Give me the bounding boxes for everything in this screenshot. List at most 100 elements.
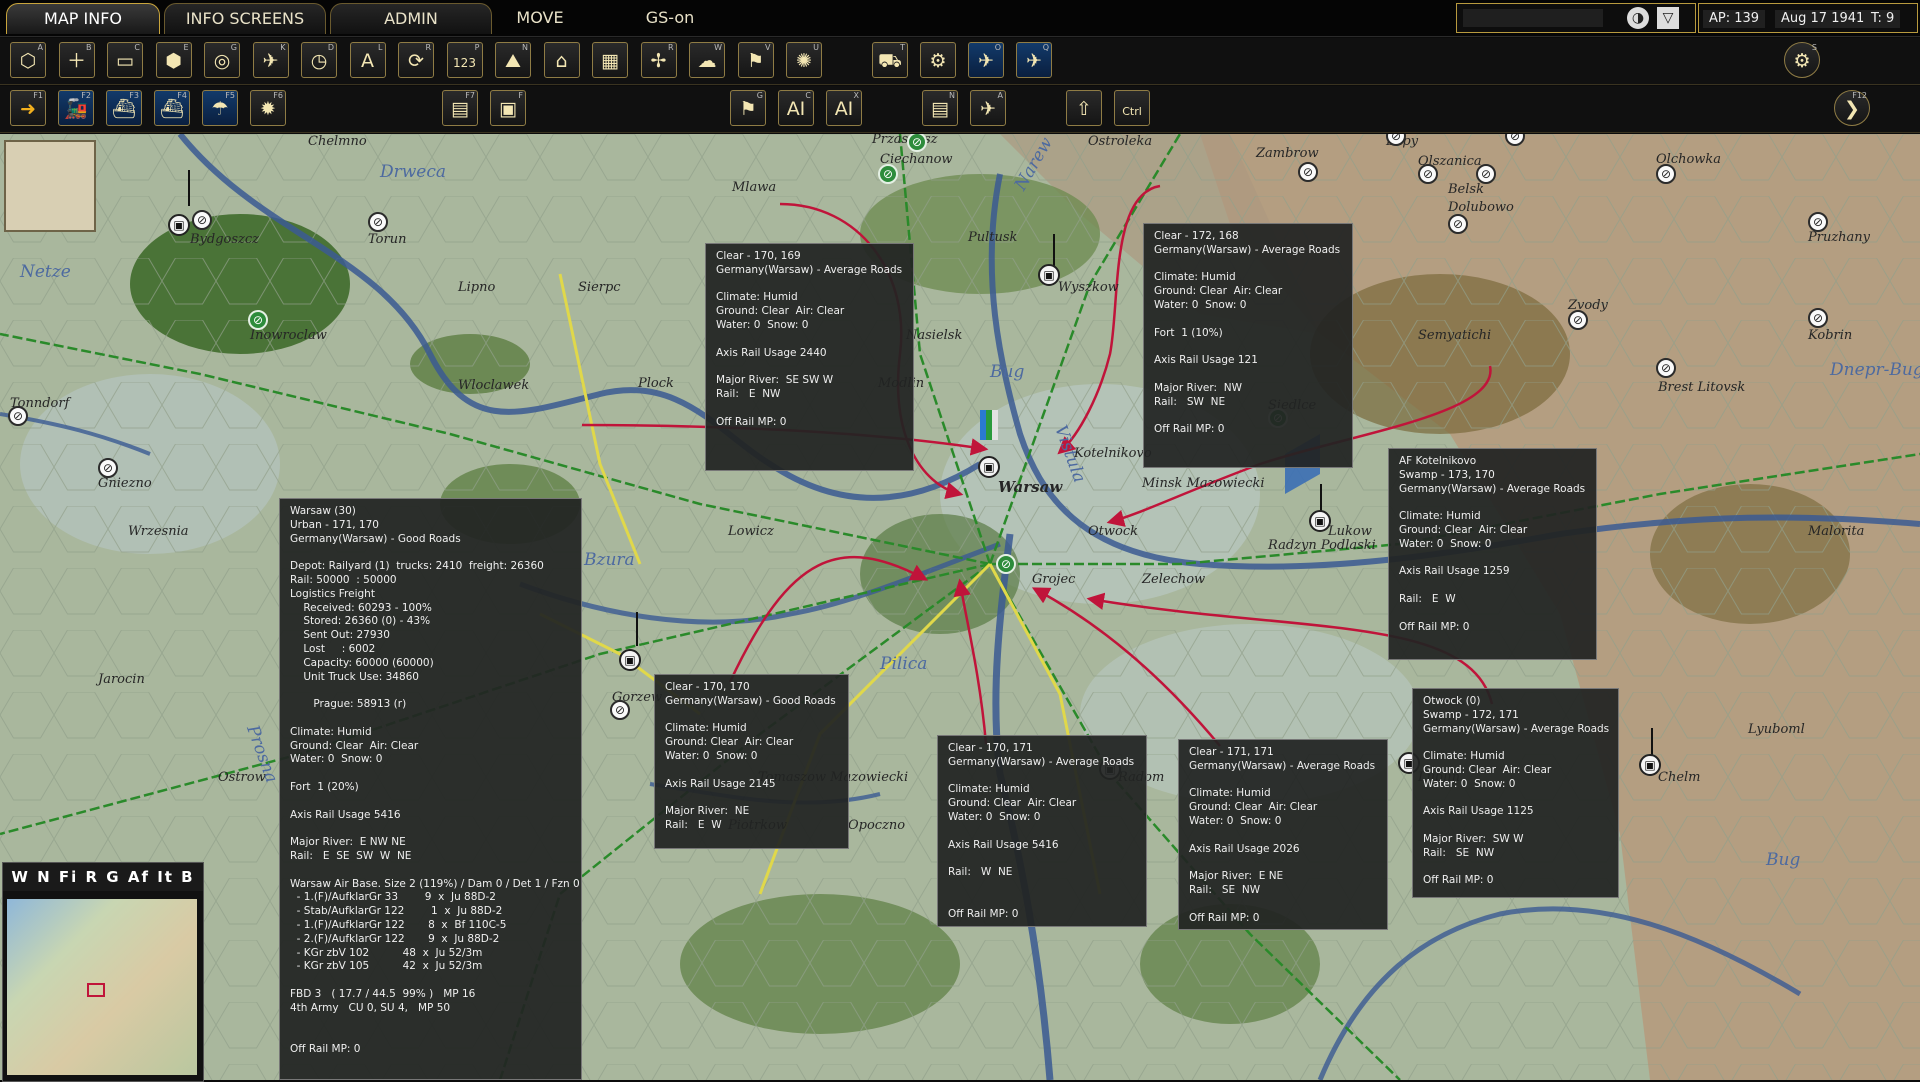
weather-button[interactable]: ☁ W <box>689 42 725 78</box>
airbase-icon[interactable]: ⊘ <box>1418 164 1438 184</box>
game-map[interactable]: Drweca Netze Narew Bug Vistula Bzura Pil… <box>0 134 1920 1080</box>
train-unit-icon[interactable]: ▣ <box>1038 264 1060 286</box>
plane-range-button[interactable]: ✢ R <box>640 42 677 78</box>
hex-overlay-button[interactable]: ⬡ A <box>10 42 46 78</box>
town-label-ostroleka: Ostroleka <box>1088 134 1153 149</box>
air-strike-button[interactable]: ✈ A <box>970 90 1006 126</box>
minimap-filter-labels[interactable]: W N Fi R G Af It B <box>3 863 203 891</box>
filter-icon[interactable]: ▽ <box>1657 7 1679 29</box>
hotkey-label: R <box>667 43 674 52</box>
airbase-icon[interactable]: ⊘ <box>368 212 388 232</box>
formation-button[interactable]: ▤ F7 <box>442 90 478 126</box>
refresh-button[interactable]: ⟳ R <box>398 42 434 78</box>
train-unit-icon[interactable]: ▣ <box>1639 754 1661 776</box>
clock-button[interactable]: ◷ D <box>301 42 337 78</box>
bombardment-icon: ✹ <box>260 98 276 120</box>
airbase-icon[interactable]: ⊘ <box>1656 164 1676 184</box>
airbase-green-icon[interactable]: ⊘ <box>878 164 898 184</box>
minimap-view[interactable] <box>7 899 197 1075</box>
top-bar: MAP INFO INFO SCREENS ADMIN MOVE GS-on ◑… <box>0 0 1920 37</box>
bomber-button[interactable]: ✈ Q <box>1016 42 1052 78</box>
plane-range-icon: ✢ <box>650 50 667 72</box>
airbase-icon[interactable]: ⊘ <box>1448 214 1468 234</box>
town-label-brest-litovsk: Brest Litovsk <box>1658 380 1746 395</box>
airbase-icon[interactable]: ⊘ <box>8 406 28 426</box>
ground-ai-button[interactable]: AI C <box>778 90 814 126</box>
tab-admin[interactable]: ADMIN <box>330 3 492 34</box>
ground-unit-button[interactable]: ⛟ T <box>872 42 908 78</box>
supply-button[interactable]: ⬢ E <box>155 42 192 78</box>
numbers-button[interactable]: 123 P <box>446 42 483 78</box>
train-unit-icon[interactable]: ▣ <box>168 214 190 236</box>
airbase-icon[interactable]: ⊘ <box>1298 162 1318 182</box>
add-unit-button[interactable]: ＋ B <box>58 42 95 78</box>
unit-flagpole <box>636 612 638 646</box>
airbase-icon[interactable]: ⊘ <box>1476 164 1496 184</box>
airbase-green-icon[interactable]: ⊘ <box>996 554 1016 574</box>
radar-button[interactable]: ◎ G <box>204 42 240 78</box>
tab-info-screens[interactable]: INFO SCREENS <box>164 3 326 34</box>
hotkey-label: F3 <box>129 91 139 100</box>
arrow-right-button[interactable]: ➜ F1 <box>10 90 46 126</box>
region-icon: ⛰ <box>505 50 521 72</box>
minimap[interactable]: W N Fi R G Af It B <box>2 862 204 1082</box>
fighter-button[interactable]: ✈ O <box>968 42 1004 78</box>
antenna-icon: A <box>361 50 374 72</box>
bombardment-button[interactable]: ✹ F6 <box>250 90 286 126</box>
ship-icon: ⛴ <box>111 98 137 120</box>
globe-icon[interactable]: ◑ <box>1627 7 1649 29</box>
next-turn-button[interactable]: ❯ F12 <box>1834 90 1870 126</box>
ctrl-button[interactable]: Ctrl <box>1114 90 1150 126</box>
panel-button[interactable]: ▭ C <box>107 42 143 78</box>
airbase-icon[interactable]: ⊘ <box>98 458 118 478</box>
train-unit-icon[interactable]: ▣ <box>619 649 641 671</box>
airbase-icon[interactable]: ⊘ <box>1568 310 1588 330</box>
hotkey-label: R <box>425 43 431 52</box>
town-label-sierpc: Sierpc <box>578 280 621 295</box>
town-label-radzyn-podlaski: Radzyn Podlaski <box>1268 538 1376 553</box>
search-input[interactable] <box>1463 9 1603 27</box>
building-button[interactable]: ▦ <box>592 42 628 78</box>
notes-button[interactable]: ▤ N <box>922 90 958 126</box>
paratrooper-button[interactable]: ☂ F5 <box>202 90 238 126</box>
factory-button[interactable]: ⌂ <box>543 42 580 78</box>
transport-ship-button[interactable]: ⛴ F4 <box>154 90 190 126</box>
hotkey-label: P <box>474 43 480 52</box>
frame-button[interactable]: ▣ F <box>490 90 526 126</box>
gs-toggle-button[interactable]: GS-on <box>630 3 710 33</box>
notes-icon: ▤ <box>931 98 949 120</box>
tab-map-info[interactable]: MAP INFO <box>6 3 160 34</box>
air-ai-button[interactable]: AI X <box>826 90 862 126</box>
upload-button[interactable]: ⇧ <box>1066 90 1102 126</box>
town-label-wyszkow: Wyszkow <box>1058 280 1119 295</box>
town-label-minsk-mazowiecki: Minsk Mazowiecki <box>1142 476 1265 491</box>
train-button[interactable]: 🚂 F2 <box>58 90 94 126</box>
town-label-malorita: Malorita <box>1808 524 1865 539</box>
building-icon: ▦ <box>601 50 619 72</box>
airbase-icon[interactable]: ⊘ <box>1808 212 1828 232</box>
move-button[interactable]: MOVE <box>500 3 580 33</box>
airbase-green-icon[interactable]: ⊘ <box>248 310 268 330</box>
ship-button[interactable]: ⛴ F3 <box>106 90 142 126</box>
airbase-icon[interactable]: ⊘ <box>1808 308 1828 328</box>
settings-circle-button[interactable]: ⚙ S <box>1784 42 1820 78</box>
airfield-button[interactable]: ✈ K <box>252 42 289 78</box>
explosion-button[interactable]: ✺ U <box>786 42 822 78</box>
antenna-button[interactable]: AL <box>349 42 386 78</box>
artillery-button[interactable]: ⚙ <box>920 42 956 78</box>
arrow-right-icon: ➜ <box>20 98 36 120</box>
town-label-wloclawek: Wloclawek <box>458 378 530 393</box>
airbase-icon[interactable]: ⊘ <box>610 700 630 720</box>
train-unit-icon[interactable]: ▣ <box>1309 510 1331 532</box>
warsaw-hq-unit-icon[interactable]: ▣ <box>978 456 1000 478</box>
radar-icon: ◎ <box>213 50 231 72</box>
flag-button[interactable]: ⚑ V <box>737 42 774 78</box>
newspaper-thumbnail[interactable] <box>4 140 96 232</box>
region-label-netze: Netze <box>20 262 71 282</box>
airbase-icon[interactable]: ⊘ <box>1656 358 1676 378</box>
region-button[interactable]: ⛰ N <box>495 42 531 78</box>
minimap-viewport-marker[interactable] <box>87 983 105 997</box>
flag-arrow-button[interactable]: ⚑ G <box>730 90 766 126</box>
supply-icon: ⬢ <box>165 50 182 72</box>
airbase-icon[interactable]: ⊘ <box>192 210 212 230</box>
